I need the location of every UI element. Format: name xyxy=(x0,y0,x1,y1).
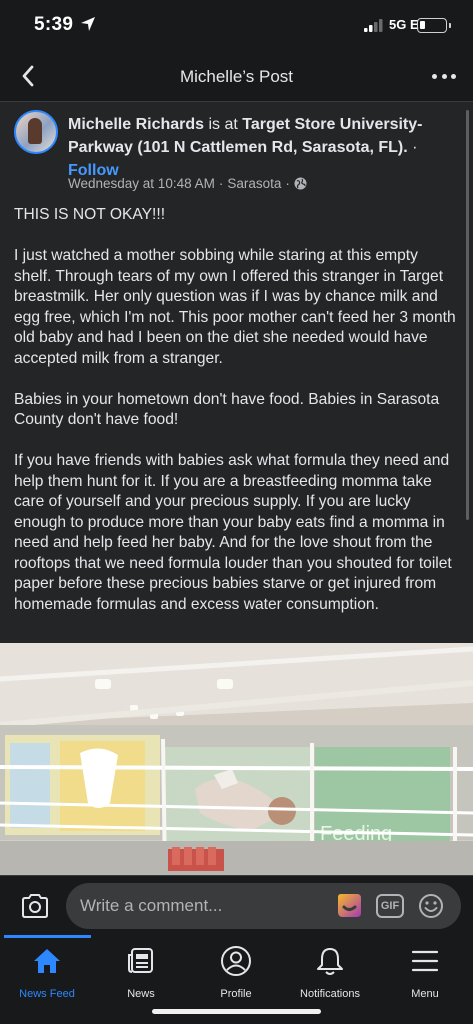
gif-button[interactable]: GIF xyxy=(376,894,404,918)
at-text: is at xyxy=(204,116,243,133)
post-paragraph: I just watched a mother sobbing while st… xyxy=(14,247,456,367)
menu-icon xyxy=(411,950,439,972)
nav-header: Michelle’s Post xyxy=(0,50,473,102)
post-timestamp[interactable]: Wednesday at 10:48 AM xyxy=(68,176,215,191)
post-paragraph: THIS IS NOT OKAY!!! xyxy=(14,206,166,223)
post-paragraph: Babies in your hometown don't have food.… xyxy=(14,390,440,429)
bell-icon xyxy=(317,948,343,975)
author-line: Michelle Richards is at Target Store Uni… xyxy=(68,113,453,182)
tab-profile[interactable]: Profile xyxy=(189,945,283,1000)
post-location[interactable]: Sarasota xyxy=(227,176,281,191)
signal-icon xyxy=(364,19,383,32)
tab-label: Notifications xyxy=(300,988,360,1000)
tab-menu[interactable]: Menu xyxy=(378,945,472,1000)
post-meta: Wednesday at 10:48 AM · Sarasota · xyxy=(68,176,307,191)
tab-notifications[interactable]: Notifications xyxy=(283,945,377,1000)
avatar-sticker-icon[interactable] xyxy=(334,893,364,919)
more-options-button[interactable] xyxy=(432,71,456,81)
tab-label: Menu xyxy=(411,988,439,1000)
battery-icon xyxy=(417,18,447,33)
status-bar: 5:39 5G E xyxy=(0,0,473,50)
globe-icon xyxy=(294,177,307,190)
meta-separator: · xyxy=(285,176,290,191)
post-paragraph: If you have friends with babies ask what… xyxy=(14,452,452,613)
profile-icon xyxy=(221,946,251,976)
store-shelf-photo: Feeding xyxy=(0,643,473,875)
author-name[interactable]: Michelle Richards xyxy=(68,116,204,133)
meta-separator: · xyxy=(218,176,224,191)
scrollbar[interactable] xyxy=(466,110,469,520)
tab-label: Profile xyxy=(220,988,252,1000)
comment-input[interactable]: Write a comment... GIF xyxy=(66,883,461,929)
camera-icon[interactable] xyxy=(20,893,50,919)
battery-tip xyxy=(449,23,451,28)
post-photo[interactable]: Feeding xyxy=(0,643,473,875)
tab-label: News xyxy=(127,988,155,1000)
tab-news-feed[interactable]: News Feed xyxy=(0,945,94,1000)
comment-bar: Write a comment... GIF xyxy=(0,875,473,935)
tab-news[interactable]: News xyxy=(94,945,188,1000)
post-text: THIS IS NOT OKAY!!! I just watched a mot… xyxy=(14,205,459,636)
page-title: Michelle’s Post xyxy=(179,67,294,86)
dot-icon xyxy=(441,73,447,79)
active-tab-indicator xyxy=(4,935,91,938)
emoji-icon[interactable] xyxy=(418,893,444,919)
dot-icon xyxy=(432,73,437,79)
tab-label: News Feed xyxy=(19,988,75,1000)
comment-placeholder: Write a comment... xyxy=(80,896,223,915)
avatar[interactable] xyxy=(14,110,58,154)
home-icon xyxy=(34,949,60,973)
status-time: 5:39 xyxy=(34,14,74,35)
separator: · xyxy=(407,139,418,156)
location-arrow-icon xyxy=(81,17,95,31)
dot-icon xyxy=(451,73,456,79)
home-indicator[interactable] xyxy=(152,1009,321,1014)
news-icon xyxy=(128,948,153,973)
network-indicator: 5G E xyxy=(389,17,419,32)
